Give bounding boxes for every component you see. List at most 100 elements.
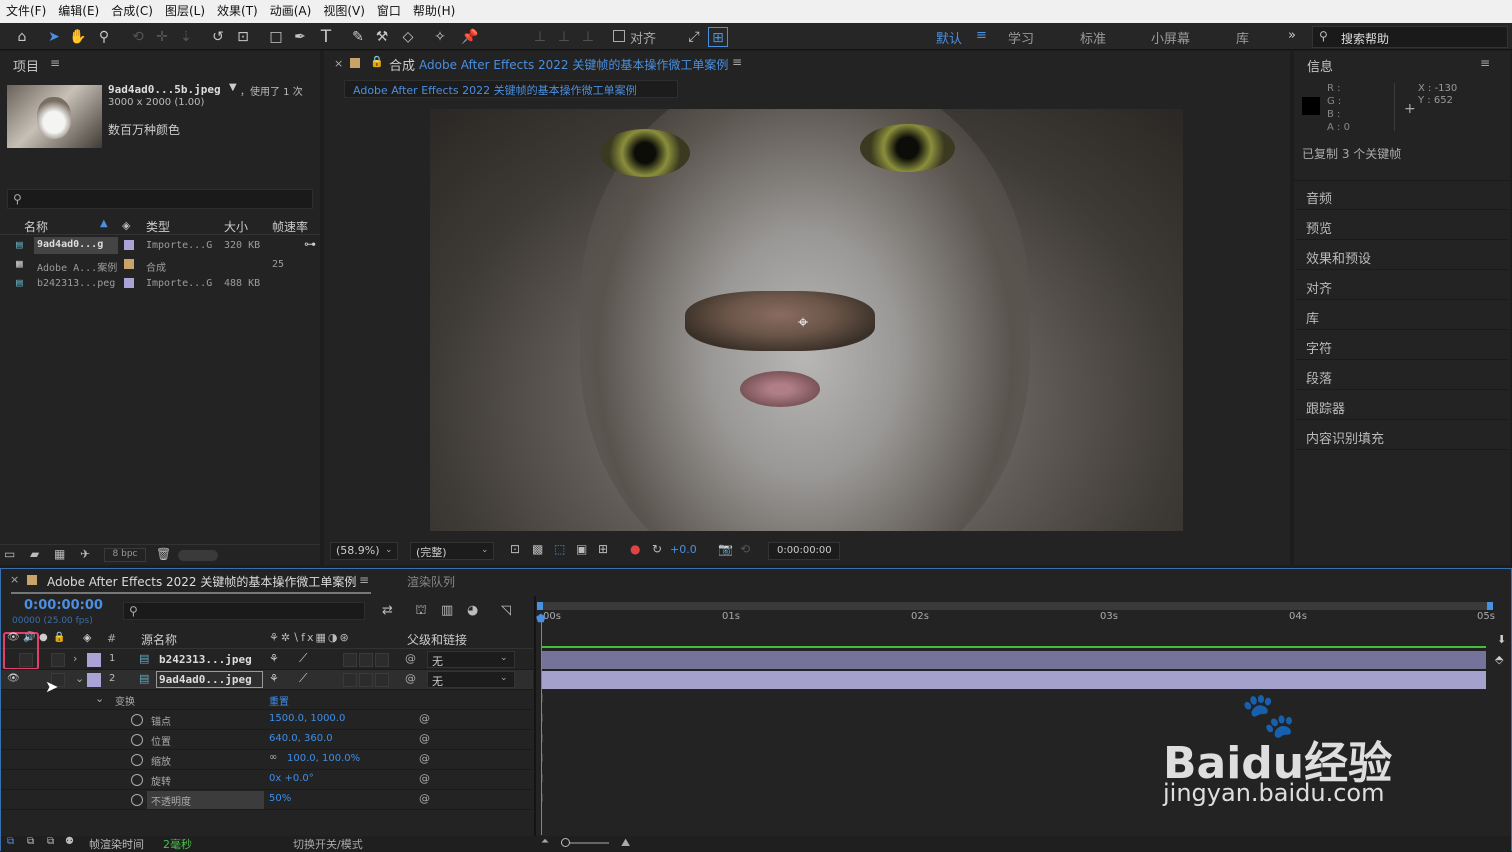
expression-spiral-icon[interactable]: @ <box>419 772 430 785</box>
workspace-library[interactable]: 库 <box>1236 28 1249 47</box>
selection-tool-icon[interactable]: ➤ <box>44 27 64 47</box>
project-item-1[interactable]: ▤ 9ad4ad0...g Importe...G 320 KB ⊶ <box>2 236 316 255</box>
snap-target-icon[interactable]: ⊞ <box>708 27 728 47</box>
comp-marker-icon[interactable]: ⬇ <box>1497 633 1506 646</box>
menu-file[interactable]: 文件(F) <box>0 0 52 23</box>
new-composition-icon[interactable]: ▦ <box>54 547 65 561</box>
workspace-default[interactable]: 默认 <box>936 28 962 47</box>
expression-spiral-icon[interactable]: @ <box>419 792 430 805</box>
quality-switch-icon[interactable]: ⟋ <box>299 671 307 686</box>
timeline-search-input[interactable]: ⚲ <box>123 602 365 620</box>
layer-row-1[interactable]: › 1 ▤ b242313...jpeg ⚘ ⟋ @ 无 ⌄ <box>1 650 533 670</box>
mask-visibility-icon[interactable]: ⬚ <box>554 542 565 556</box>
home-icon[interactable]: ⌂ <box>12 27 32 47</box>
panel-libraries[interactable]: 库 <box>1296 302 1508 330</box>
rotate-tool-icon[interactable]: ↺ <box>208 27 228 47</box>
layer-bar-1[interactable] <box>542 651 1486 669</box>
comp-mini-flowchart-icon[interactable]: ⇄ <box>382 603 393 618</box>
label-color[interactable] <box>124 278 134 288</box>
anchor-tool-icon[interactable]: ⊡ <box>233 27 253 47</box>
switch-box[interactable] <box>343 673 357 687</box>
playhead-handle-icon[interactable]: ⬟ <box>536 612 546 625</box>
shy-switch-icon[interactable]: ⚘ <box>269 652 279 665</box>
close-tab-icon[interactable]: × <box>10 573 19 586</box>
pen-tool-icon[interactable]: ✒ <box>290 27 310 47</box>
playhead-line[interactable] <box>541 621 542 835</box>
visibility-eye-icon[interactable]: 👁 <box>7 673 20 684</box>
timeline-tab-name[interactable]: Adobe After Effects 2022 关键帧的基本操作微工单案例 <box>47 573 356 590</box>
property-row-scale[interactable]: 缩放 ∞ 100.0, 100.0% @ <box>1 750 533 770</box>
pan-tool-icon[interactable]: ✛ <box>152 27 172 47</box>
resolution-dropdown[interactable]: (完整) ⌄ <box>410 542 494 560</box>
frame-blending-icon[interactable]: ▥ <box>441 603 453 618</box>
current-time-field[interactable]: 0:00:00:00 <box>768 542 840 560</box>
adjust-project-icon[interactable]: ✈ <box>80 547 90 561</box>
comp-breadcrumb[interactable]: Adobe After Effects 2022 关键帧的基本操作微工单案例 <box>344 80 678 98</box>
menu-animation[interactable]: 动画(A) <box>264 0 318 23</box>
in-out-icon[interactable]: ⧉ <box>47 836 54 847</box>
property-value[interactable]: 50% <box>269 793 291 804</box>
panel-preview[interactable]: 预览 <box>1296 212 1508 240</box>
work-area-end[interactable] <box>1487 602 1493 610</box>
hand-tool-icon[interactable]: ✋ <box>68 27 88 47</box>
timeline-split[interactable] <box>534 596 536 836</box>
menu-layer[interactable]: 图层(L) <box>159 0 211 23</box>
layer-bar-2[interactable] <box>542 671 1486 689</box>
video-eye-icon[interactable]: 👁 <box>7 632 20 643</box>
lock-icon[interactable]: 🔒 <box>53 632 65 643</box>
chevron-down-icon[interactable]: ⌄ <box>95 692 104 705</box>
color-channels-icon[interactable]: ● <box>630 542 640 556</box>
label-color[interactable] <box>124 259 134 269</box>
panel-paragraph[interactable]: 段落 <box>1296 362 1508 390</box>
rectangle-tool-icon[interactable]: □ <box>266 27 286 47</box>
stopwatch-icon[interactable] <box>131 714 143 726</box>
axis-view-icon[interactable]: ⊥ <box>578 27 598 47</box>
menu-view[interactable]: 视图(V) <box>317 0 371 23</box>
property-row-opacity[interactable]: 不透明度 50% @ <box>1 790 533 810</box>
transform-group-row[interactable]: ⌄ 变换 重置 <box>1 690 533 710</box>
pick-whip-icon[interactable]: @ <box>405 652 416 665</box>
expression-spiral-icon[interactable]: @ <box>419 752 430 765</box>
brush-tool-icon[interactable]: ✎ <box>348 27 368 47</box>
col-type[interactable]: 类型 <box>146 218 170 235</box>
panel-menu-icon[interactable]: ≡ <box>50 56 60 70</box>
col-source-name[interactable]: 源名称 <box>141 631 177 648</box>
property-value[interactable]: 0x +0.0° <box>269 773 314 784</box>
grid-guides-icon[interactable]: ⊞ <box>598 542 608 556</box>
label-tag-icon[interactable]: ◈ <box>83 631 91 644</box>
panel-menu-icon[interactable]: ≡ <box>359 573 369 587</box>
pick-whip-icon[interactable]: @ <box>405 672 416 685</box>
project-search-input[interactable]: ⚲ <box>7 189 313 209</box>
property-row-rotation[interactable]: 旋转 0x +0.0° @ <box>1 770 533 790</box>
property-value[interactable]: 640.0, 360.0 <box>269 733 333 744</box>
switch-box[interactable] <box>375 673 389 687</box>
workspace-overflow-icon[interactable]: » <box>1288 28 1296 43</box>
zoom-in-icon[interactable]: ⛰ <box>621 836 630 850</box>
audio-toggle[interactable] <box>19 653 33 667</box>
workspace-learn[interactable]: 学习 <box>1008 28 1034 47</box>
fast-preview-icon[interactable]: ⊡ <box>510 542 520 556</box>
audio-speaker-icon[interactable]: 🔊 <box>23 632 35 643</box>
lock-icon[interactable]: 🔒 <box>370 55 384 68</box>
panel-effects-presets[interactable]: 效果和预设 <box>1296 242 1508 270</box>
col-parent[interactable]: 父级和链接 <box>407 631 467 648</box>
constrain-link-icon[interactable]: ∞ <box>269 752 277 763</box>
parent-dropdown[interactable]: 无 ⌄ <box>427 671 515 688</box>
transfer-controls-icon[interactable]: ⧉ <box>27 836 34 847</box>
shy-layers-icon[interactable]: ⛫ <box>415 603 427 620</box>
snapshot-camera-icon[interactable]: 📷 <box>718 542 733 556</box>
col-fps[interactable]: 帧速率 <box>272 218 308 235</box>
col-size[interactable]: 大小 <box>224 218 248 235</box>
work-area-start[interactable] <box>537 602 543 610</box>
layer-row-2[interactable]: 👁 ⌄ 2 ▤ 9ad4ad0...jpeg ⚘ ⟋ @ 无 ⌄ <box>1 670 533 690</box>
axis-world-icon[interactable]: ⊥ <box>554 27 574 47</box>
toggle-switches-modes[interactable]: 切换开关/模式 <box>293 836 363 852</box>
parent-dropdown[interactable]: 无 ⌄ <box>427 651 515 668</box>
bit-depth-button[interactable]: 8 bpc <box>104 548 146 562</box>
stopwatch-icon[interactable] <box>131 734 143 746</box>
menu-composition[interactable]: 合成(C) <box>105 0 159 23</box>
panel-tracker[interactable]: 跟踪器 <box>1296 392 1508 420</box>
zoom-dropdown[interactable]: (58.9%) ⌄ <box>330 542 398 560</box>
stopwatch-icon[interactable] <box>131 754 143 766</box>
reset-exposure-icon[interactable]: ↻ <box>652 542 662 556</box>
